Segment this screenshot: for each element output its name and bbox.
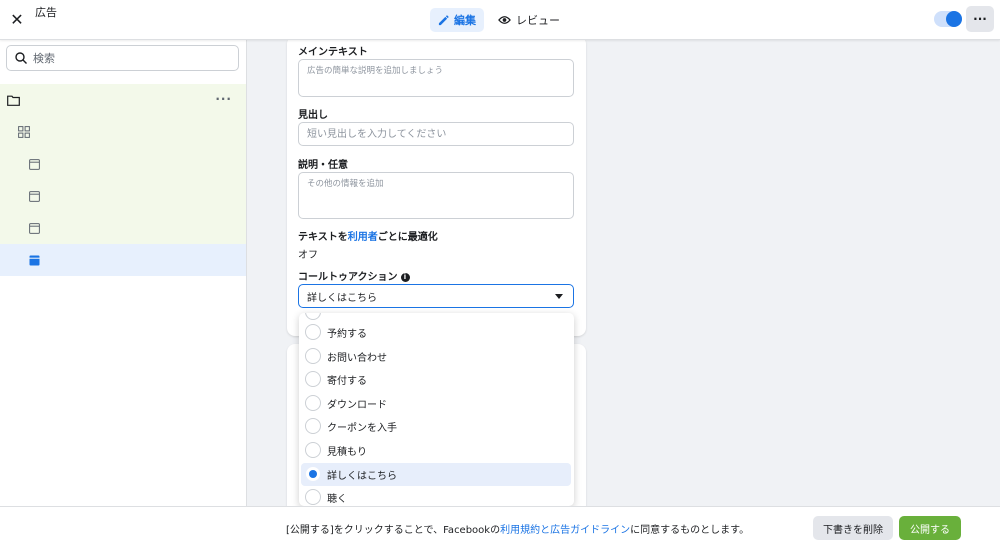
search-input[interactable]: [33, 51, 223, 65]
cta-option-label: 予約する: [327, 329, 367, 340]
info-icon[interactable]: i: [400, 272, 410, 282]
tab-edit-label: 編集: [454, 14, 476, 27]
radio-button[interactable]: [305, 324, 321, 340]
terms-suffix: に同意するものとします。: [630, 525, 750, 536]
cta-option-label: 見積もり: [327, 447, 367, 458]
ad-icon: [27, 189, 41, 203]
cta-option[interactable]: ダウンロード: [301, 392, 571, 415]
cta-selected-value: 詳しくはこちら: [307, 292, 377, 304]
ad-icon: [27, 253, 41, 267]
chevron-down-icon: [555, 294, 563, 299]
cta-option[interactable]: クーポンを入手: [301, 415, 571, 438]
cta-dropdown-list[interactable]: 予約する お問い合わせ 寄付する ダウンロード クーポンを入手 見積もり 詳しく…: [299, 313, 574, 506]
tree-item-ad[interactable]: [0, 148, 246, 180]
top-bar: ✕ 広告 編集 レビュー ···: [0, 0, 1000, 40]
ad-icon: [27, 157, 41, 171]
main-text-field[interactable]: [298, 59, 574, 97]
radio-button[interactable]: [305, 348, 321, 364]
cta-option[interactable]: 寄付する: [301, 368, 571, 391]
radio-button-checked[interactable]: [305, 466, 321, 482]
cta-label: コールトゥアクション: [298, 272, 398, 283]
tree-item-ad[interactable]: [0, 212, 246, 244]
cta-option-label: クーポンを入手: [327, 423, 397, 434]
cta-label-row: コールトゥアクション i: [298, 268, 410, 283]
headline-label: 見出し: [298, 110, 328, 121]
radio-button[interactable]: [305, 442, 321, 458]
tab-review-label: レビュー: [516, 14, 560, 27]
search-icon: [15, 52, 27, 64]
optimize-link[interactable]: 利用者: [348, 232, 378, 243]
sidebar: ···: [0, 40, 247, 509]
cta-select[interactable]: 詳しくはこちら: [298, 284, 574, 308]
terms-and: と: [540, 525, 551, 536]
terms-notice: [公開する]をクリックすることで、Facebookの利用規約と広告ガイドラインに…: [286, 521, 749, 536]
tab-review[interactable]: レビュー: [490, 8, 568, 32]
grid-icon: [17, 125, 31, 139]
radio-button[interactable]: [305, 371, 321, 387]
cta-option-label: 寄付する: [327, 376, 367, 387]
description-field[interactable]: [298, 172, 574, 219]
campaign-tree: ···: [0, 84, 246, 276]
ad-guidelines-link[interactable]: 広告ガイドライン: [550, 525, 630, 536]
radio-button[interactable]: [305, 489, 321, 505]
cta-option-selected[interactable]: 詳しくはこちら: [301, 463, 571, 486]
tree-item-adset[interactable]: [0, 116, 246, 148]
cta-option-label: ダウンロード: [327, 400, 387, 411]
cta-option[interactable]: お問い合わせ: [301, 345, 571, 368]
radio-button[interactable]: [305, 313, 321, 320]
publish-button[interactable]: 公開する: [899, 516, 961, 540]
ad-icon: [27, 221, 41, 235]
more-options-button[interactable]: ···: [966, 6, 994, 32]
tree-item-campaign[interactable]: ···: [0, 84, 246, 116]
cta-option-label: 詳しくはこちら: [327, 471, 397, 482]
search-box[interactable]: [6, 45, 239, 71]
description-label: 説明・任意: [298, 160, 348, 171]
optimize-suffix: ごとに最適化: [377, 232, 438, 243]
cta-option-label: お問い合わせ: [327, 353, 387, 364]
preview-toggle[interactable]: [934, 11, 962, 27]
row-more-icon[interactable]: ···: [215, 92, 232, 106]
optimize-text-label: テキストを利用者ごとに最適化: [298, 228, 438, 243]
eye-icon: [498, 16, 511, 24]
terms-link[interactable]: 利用規約: [500, 525, 540, 536]
terms-prefix: [公開する]をクリックすることで、Facebookの: [286, 525, 501, 536]
close-icon[interactable]: ✕: [8, 8, 26, 30]
cta-option[interactable]: 聴く: [301, 486, 571, 506]
toggle-knob: [946, 11, 962, 27]
main-text-label: メインテキスト: [298, 47, 368, 58]
optimize-value: オフ: [298, 250, 318, 261]
tab-edit[interactable]: 編集: [430, 8, 484, 32]
pencil-icon: [438, 14, 449, 25]
radio-button[interactable]: [305, 418, 321, 434]
cta-option[interactable]: 予約する: [301, 321, 571, 344]
radio-button[interactable]: [305, 395, 321, 411]
footer-bar: [公開する]をクリックすることで、Facebookの利用規約と広告ガイドラインに…: [0, 506, 1000, 549]
headline-field[interactable]: [298, 122, 574, 146]
discard-draft-button[interactable]: 下書きを削除: [813, 516, 893, 540]
cta-option[interactable]: 見積もり: [301, 439, 571, 462]
optimize-prefix: テキストを: [298, 232, 348, 243]
page-title: 広告: [35, 6, 57, 19]
tree-item-ad-selected[interactable]: [0, 244, 246, 276]
cta-option-label: 聴く: [327, 494, 347, 505]
tree-item-ad[interactable]: [0, 180, 246, 212]
folder-icon: [6, 93, 20, 107]
